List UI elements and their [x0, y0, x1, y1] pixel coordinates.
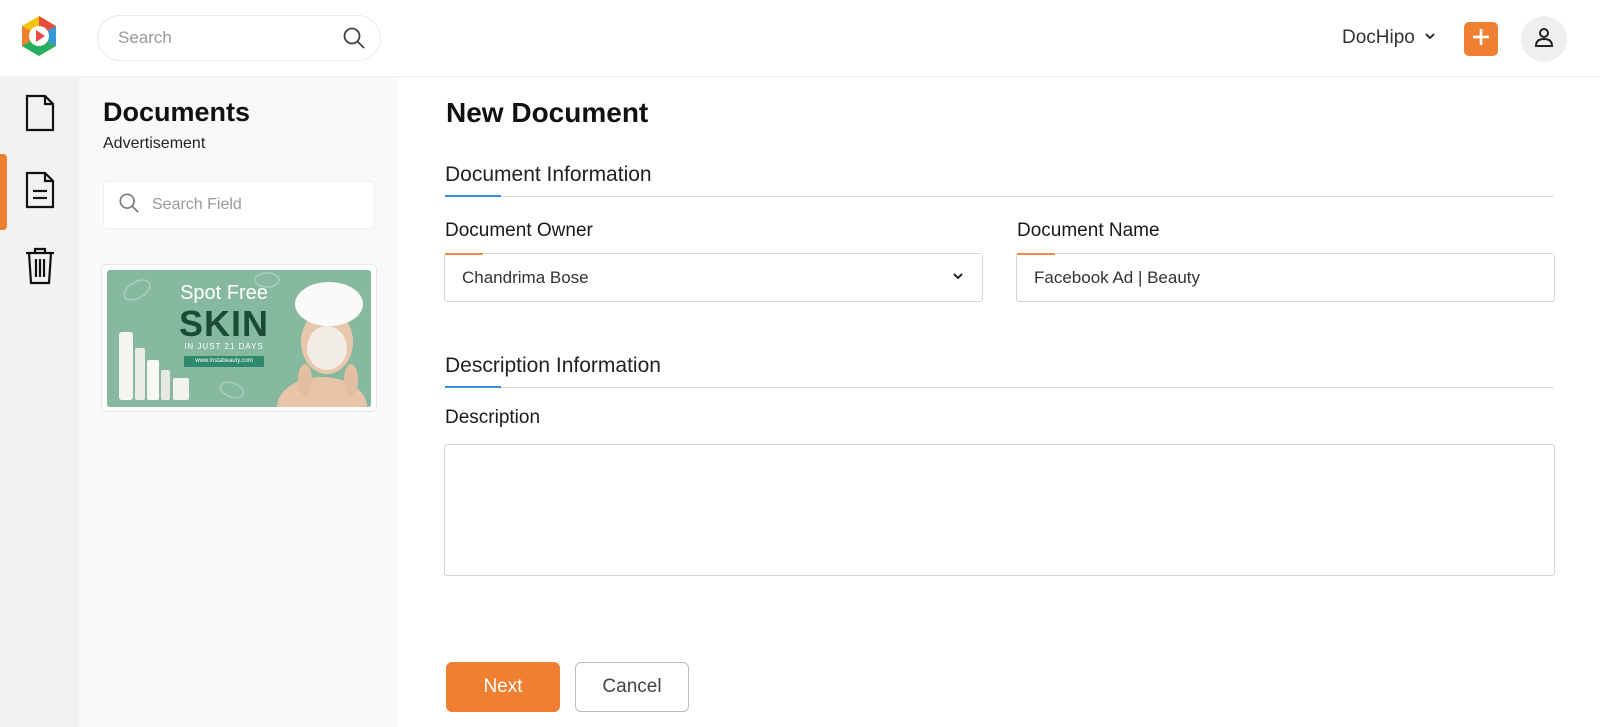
global-search	[97, 15, 381, 61]
trash-icon	[24, 247, 56, 290]
section-title: Document Information	[445, 163, 652, 186]
thumbnail-title: SKIN	[178, 303, 269, 344]
thumbnail-tagline: IN JUST 21 DAYS	[184, 342, 264, 351]
search-icon[interactable]	[342, 26, 366, 50]
document-thumbnail: Spot Free SKIN IN JUST 21 DAYS www.insta…	[107, 270, 371, 407]
section-title: Description Information	[445, 354, 661, 377]
add-button[interactable]	[1464, 22, 1498, 56]
next-button[interactable]: Next	[446, 662, 560, 712]
workspace-name: DocHipo	[1342, 27, 1415, 48]
field-search	[103, 181, 375, 229]
document-name-label: Document Name	[1017, 220, 1160, 241]
documents-title: Documents	[103, 97, 251, 127]
search-icon	[118, 192, 140, 219]
document-thumbnail-card[interactable]: Spot Free SKIN IN JUST 21 DAYS www.insta…	[101, 264, 377, 412]
thumbnail-url: www.instabeauty.com	[184, 356, 264, 367]
user-avatar[interactable]	[1521, 16, 1567, 62]
document-icon	[24, 94, 56, 137]
rail-item-trash[interactable]	[0, 230, 79, 306]
rail-item-documents[interactable]	[0, 77, 79, 153]
description-textarea[interactable]	[444, 444, 1555, 576]
document-name-input[interactable]	[1034, 267, 1537, 288]
cancel-button[interactable]: Cancel	[575, 662, 689, 712]
field-search-input[interactable]	[152, 196, 360, 214]
plus-icon	[1471, 27, 1491, 52]
chevron-down-icon	[951, 268, 965, 288]
dochipo-logo[interactable]	[18, 14, 60, 58]
document-name-field	[1016, 253, 1555, 302]
rail-item-document-details[interactable]	[0, 154, 79, 230]
document-lines-icon	[24, 171, 56, 214]
chevron-down-icon	[1423, 27, 1437, 49]
user-icon	[1533, 26, 1555, 53]
documents-category: Advertisement	[103, 135, 206, 152]
workspace-switcher[interactable]: DocHipo	[1342, 24, 1437, 52]
top-bar: DocHipo	[0, 0, 1600, 77]
documents-panel: Documents Advertisement Search Field Spo…	[79, 77, 398, 727]
section-document-information: Document Information	[445, 153, 1554, 197]
global-search-input[interactable]	[118, 28, 342, 48]
app-root: DocHipo	[0, 0, 1600, 727]
page-title: New Document	[446, 97, 649, 128]
icon-rail	[0, 77, 79, 727]
thumbnail-headline: Spot Free	[180, 282, 268, 304]
document-owner-value: Chandrima Bose	[462, 267, 589, 287]
description-label: Description	[445, 407, 541, 428]
new-document-form: New Document Document Information Docume…	[398, 77, 1600, 727]
document-owner-label: Document Owner	[445, 220, 593, 241]
document-owner-select[interactable]: Chandrima Bose	[444, 253, 983, 302]
section-description-information: Description Information	[445, 344, 1554, 388]
